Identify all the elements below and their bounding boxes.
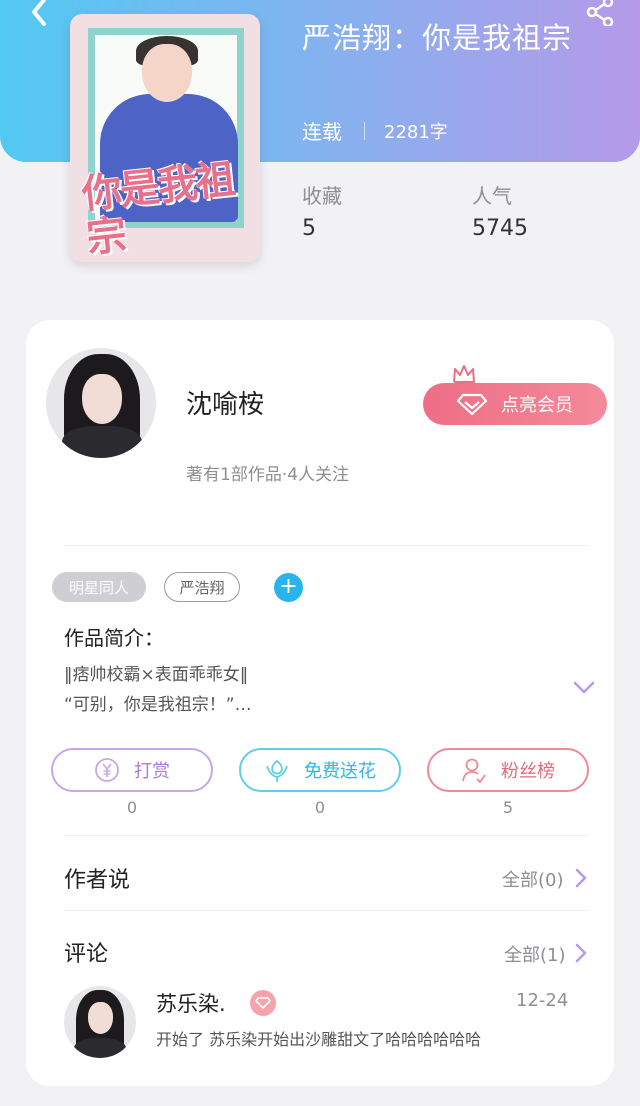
intro-line-1: ‖痞帅校霸×表面乖乖女‖ xyxy=(64,665,249,685)
avatar-dress xyxy=(62,426,142,458)
commenter-name[interactable]: 苏乐染. xyxy=(156,988,226,1018)
book-cover[interactable]: 你是我祖宗 xyxy=(70,14,260,262)
divider xyxy=(64,835,588,836)
author-meta: 著有1部作品·4人关注 xyxy=(186,465,350,485)
flower-count: 0 xyxy=(314,798,326,817)
commenter-avatar[interactable] xyxy=(64,986,136,1058)
back-arrow-icon[interactable] xyxy=(20,0,54,26)
author-says-title: 作者说 xyxy=(64,868,131,893)
intro-heading: 作品简介： xyxy=(64,626,164,650)
tag-genre[interactable]: 明星同人 xyxy=(52,572,146,602)
book-status: 连载 xyxy=(302,120,342,144)
fans-count: 5 xyxy=(502,798,514,817)
crown-icon xyxy=(453,365,475,383)
fans-ranking-button[interactable]: 粉丝榜 xyxy=(427,748,589,792)
author-avatar[interactable] xyxy=(46,348,156,458)
cover-title-art: 你是我祖宗 xyxy=(79,155,236,262)
avatar-face xyxy=(88,1002,113,1034)
chevron-right-icon[interactable] xyxy=(574,942,588,964)
vip-button-label: 点亮会员 xyxy=(501,395,573,416)
comments-all-link[interactable]: 全部(1) xyxy=(504,941,566,967)
author-name[interactable]: 沈喻桉 xyxy=(186,384,264,421)
diamond-icon xyxy=(255,997,271,1009)
reward-count: 0 xyxy=(126,798,138,817)
vip-badge xyxy=(250,990,276,1016)
yen-circle-icon xyxy=(95,758,119,782)
stat-favorites-label: 收藏 xyxy=(302,184,342,208)
reward-label: 打赏 xyxy=(134,761,170,782)
add-tag-button[interactable]: + xyxy=(274,573,303,602)
divider xyxy=(64,545,588,546)
chevron-down-icon[interactable] xyxy=(572,680,596,696)
user-icon xyxy=(462,758,486,783)
word-count: 2281字 xyxy=(384,122,448,143)
cover-figure-face xyxy=(142,44,192,102)
divider xyxy=(364,122,365,140)
stat-popularity-label: 人气 xyxy=(472,184,512,208)
comment-date: 12-24 xyxy=(516,990,569,1011)
stat-favorites-value: 5 xyxy=(302,216,316,241)
send-flower-label: 免费送花 xyxy=(304,761,376,782)
diamond-icon xyxy=(457,393,487,415)
divider xyxy=(64,910,588,911)
comment-text: 开始了 苏乐染开始出沙雕甜文了哈哈哈哈哈哈 xyxy=(156,1030,482,1049)
vip-button[interactable]: 点亮会员 xyxy=(423,383,607,425)
tag-character[interactable]: 严浩翔 xyxy=(164,572,240,602)
reward-button[interactable]: 打赏 xyxy=(51,748,213,792)
chevron-right-icon[interactable] xyxy=(574,867,588,889)
stat-popularity-value: 5745 xyxy=(472,216,528,241)
author-says-all-link[interactable]: 全部(0) xyxy=(502,866,564,892)
intro-line-2: “可别，你是我祖宗！”… xyxy=(64,695,252,715)
flower-icon xyxy=(266,759,288,782)
send-flower-button[interactable]: 免费送花 xyxy=(239,748,401,792)
book-title: 严浩翔：你是我祖宗 xyxy=(302,21,573,55)
avatar-face xyxy=(82,374,122,424)
comments-title: 评论 xyxy=(64,942,109,967)
fans-ranking-label: 粉丝榜 xyxy=(501,761,555,782)
avatar-dress xyxy=(74,1038,126,1058)
